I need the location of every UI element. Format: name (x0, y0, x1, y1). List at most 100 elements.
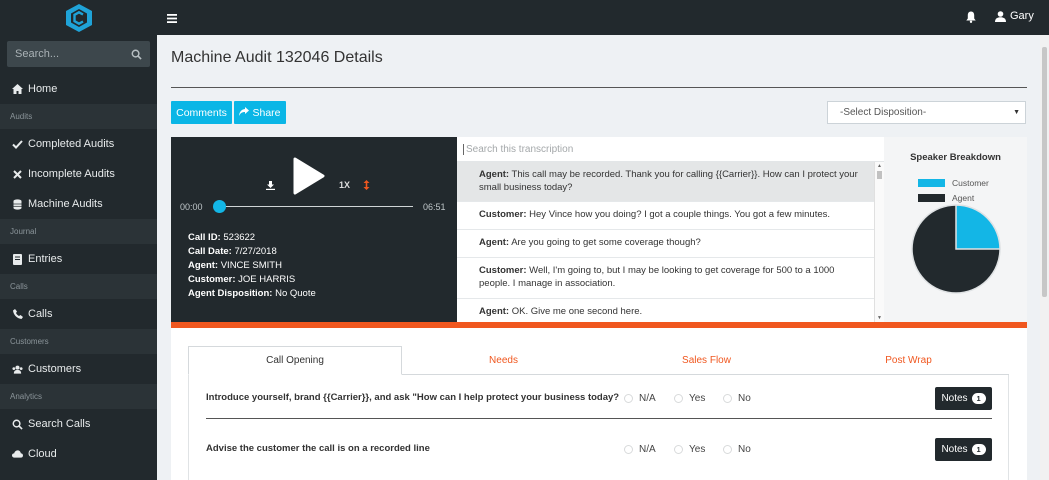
notes-button[interactable]: Notes 1 (935, 438, 992, 461)
transcript-line[interactable]: Agent: This call may be recorded. Thank … (457, 162, 874, 202)
radio-na[interactable]: N/A (624, 393, 656, 404)
disposition-select[interactable]: -Select Disposition- ▼ (827, 101, 1026, 124)
scroll-up-icon[interactable]: ▲ (877, 163, 882, 169)
sidebar-item-completed-audits[interactable]: Completed Audits (0, 129, 157, 159)
sort-arrows-icon[interactable] (363, 179, 370, 193)
play-icon[interactable] (291, 157, 325, 198)
speaker-pie-chart (911, 204, 1001, 294)
share-label: Share (252, 106, 281, 119)
disposition-value: -Select Disposition- (840, 107, 927, 118)
playback-speed[interactable]: 1X (339, 180, 350, 190)
sidebar-item-incomplete-audits[interactable]: Incomplete Audits (0, 159, 157, 189)
sidebar-search-input[interactable] (15, 48, 131, 60)
legend-swatch (918, 194, 945, 202)
download-icon[interactable] (266, 179, 275, 193)
sidebar-item-home[interactable]: Home (0, 74, 157, 104)
notes-button[interactable]: Notes 1 (935, 387, 992, 410)
audio-player: 1X 00:00 06:51 Call ID: 523622 Call Date… (171, 137, 457, 322)
tab-post-wrap[interactable]: Post Wrap (808, 346, 1009, 375)
scrollbar-thumb[interactable] (877, 171, 882, 179)
radio-circle[interactable] (674, 445, 683, 454)
disposition-row: Agent Disposition: No Quote (188, 288, 316, 299)
search-icon[interactable] (131, 49, 142, 60)
tab-call-opening[interactable]: Call Opening (188, 346, 402, 375)
menu-toggle-icon[interactable] (167, 12, 177, 26)
call-id-row: Call ID: 523622 (188, 232, 256, 243)
call-date-row: Call Date: 7/27/2018 (188, 246, 277, 257)
transcript-list: Agent: This call may be recorded. Thank … (457, 162, 874, 322)
transcript-line[interactable]: Agent: Are you going to get some coverag… (457, 230, 874, 258)
transcript-line[interactable]: Customer: Well, I'm going to, but I may … (457, 258, 874, 299)
top-bar: Gary (157, 0, 1049, 35)
call-meta: Call ID: 523622 Call Date: 7/27/2018 Age… (188, 231, 316, 301)
sidebar-item-label: Cloud (28, 448, 57, 460)
question-text: Advise the customer the call is on a rec… (206, 443, 430, 454)
transcript-line[interactable]: Customer: Hey Vince how you doing? I got… (457, 202, 874, 230)
sidebar-item-calls[interactable]: Calls (0, 299, 157, 329)
legend-swatch (918, 179, 945, 187)
share-icon (239, 106, 250, 119)
tab-needs[interactable]: Needs (402, 346, 605, 375)
radio-yes[interactable]: Yes (674, 444, 705, 455)
time-current: 00:00 (180, 202, 203, 212)
radio-no[interactable]: No (723, 393, 751, 404)
user-icon (995, 10, 1006, 22)
user-menu[interactable]: Gary (995, 10, 1034, 22)
scrollbar-thumb[interactable] (1042, 47, 1047, 297)
page-scrollbar[interactable] (1040, 35, 1049, 480)
speaker-breakdown: Speaker Breakdown Customer Agent (884, 137, 1027, 322)
radio-yes[interactable]: Yes (674, 393, 705, 404)
title-divider (171, 87, 1027, 88)
checklist-tabs: Call Opening Needs Sales Flow Post Wrap (188, 346, 1009, 375)
scroll-down-icon[interactable]: ▼ (877, 315, 882, 321)
app-logo[interactable] (0, 0, 157, 35)
close-icon (12, 169, 23, 180)
transcript-line[interactable]: Agent: OK. Give me one second here. (457, 299, 874, 322)
sidebar-section-audits: Audits (0, 104, 157, 129)
time-total: 06:51 (423, 202, 446, 212)
tab-sales-flow[interactable]: Sales Flow (605, 346, 808, 375)
sidebar-item-machine-audits[interactable]: Machine Audits (0, 189, 157, 219)
transcript-search-input[interactable] (463, 143, 763, 155)
radio-na[interactable]: N/A (624, 444, 656, 455)
legend-customer: Customer (918, 178, 989, 188)
home-icon (12, 84, 23, 95)
sidebar-item-cloud[interactable]: Cloud (0, 439, 157, 469)
comments-button[interactable]: Comments (171, 101, 232, 124)
page-title: Machine Audit 132046 Details (171, 49, 383, 66)
sidebar-item-label: Search Calls (28, 418, 91, 430)
progress-track[interactable] (219, 206, 413, 207)
logo-icon (65, 3, 92, 32)
sidebar-item-label: Incomplete Audits (28, 168, 115, 180)
radio-no[interactable]: No (723, 444, 751, 455)
question-text: Introduce yourself, brand {{Carrier}}, a… (206, 392, 620, 403)
radio-circle[interactable] (624, 394, 633, 403)
radio-circle[interactable] (723, 394, 732, 403)
transcript: Agent: This call may be recorded. Thank … (457, 137, 884, 322)
search-icon (12, 419, 23, 430)
sidebar-item-customers[interactable]: Customers (0, 354, 157, 384)
sidebar-item-search-calls[interactable]: Search Calls (0, 409, 157, 439)
transcript-scrollbar[interactable]: ▲ ▼ (874, 162, 884, 322)
radio-circle[interactable] (674, 394, 683, 403)
check-icon (12, 139, 23, 150)
main-content: Machine Audit 132046 Details Comments Sh… (157, 35, 1040, 480)
radio-circle[interactable] (723, 445, 732, 454)
radio-circle[interactable] (624, 445, 633, 454)
sidebar-section-journal: Journal (0, 219, 157, 244)
sidebar-item-label: Completed Audits (28, 138, 115, 150)
sidebar-item-entries[interactable]: Entries (0, 244, 157, 274)
sidebar-search (7, 41, 150, 67)
notes-count-badge: 1 (971, 393, 986, 404)
sidebar-item-label: Machine Audits (28, 198, 103, 210)
customer-row: Customer: JOE HARRIS (188, 274, 296, 285)
chevron-down-icon: ▼ (1013, 109, 1020, 116)
legend-label: Agent (952, 193, 975, 203)
sidebar-section-customers: Customers (0, 329, 157, 354)
legend-label: Customer (952, 178, 989, 188)
checklist-questions: Introduce yourself, brand {{Carrier}}, a… (188, 375, 1009, 480)
sidebar-item-label: Calls (28, 308, 53, 320)
progress-handle[interactable] (213, 200, 226, 213)
share-button[interactable]: Share (234, 101, 286, 124)
bell-icon[interactable] (966, 11, 976, 26)
